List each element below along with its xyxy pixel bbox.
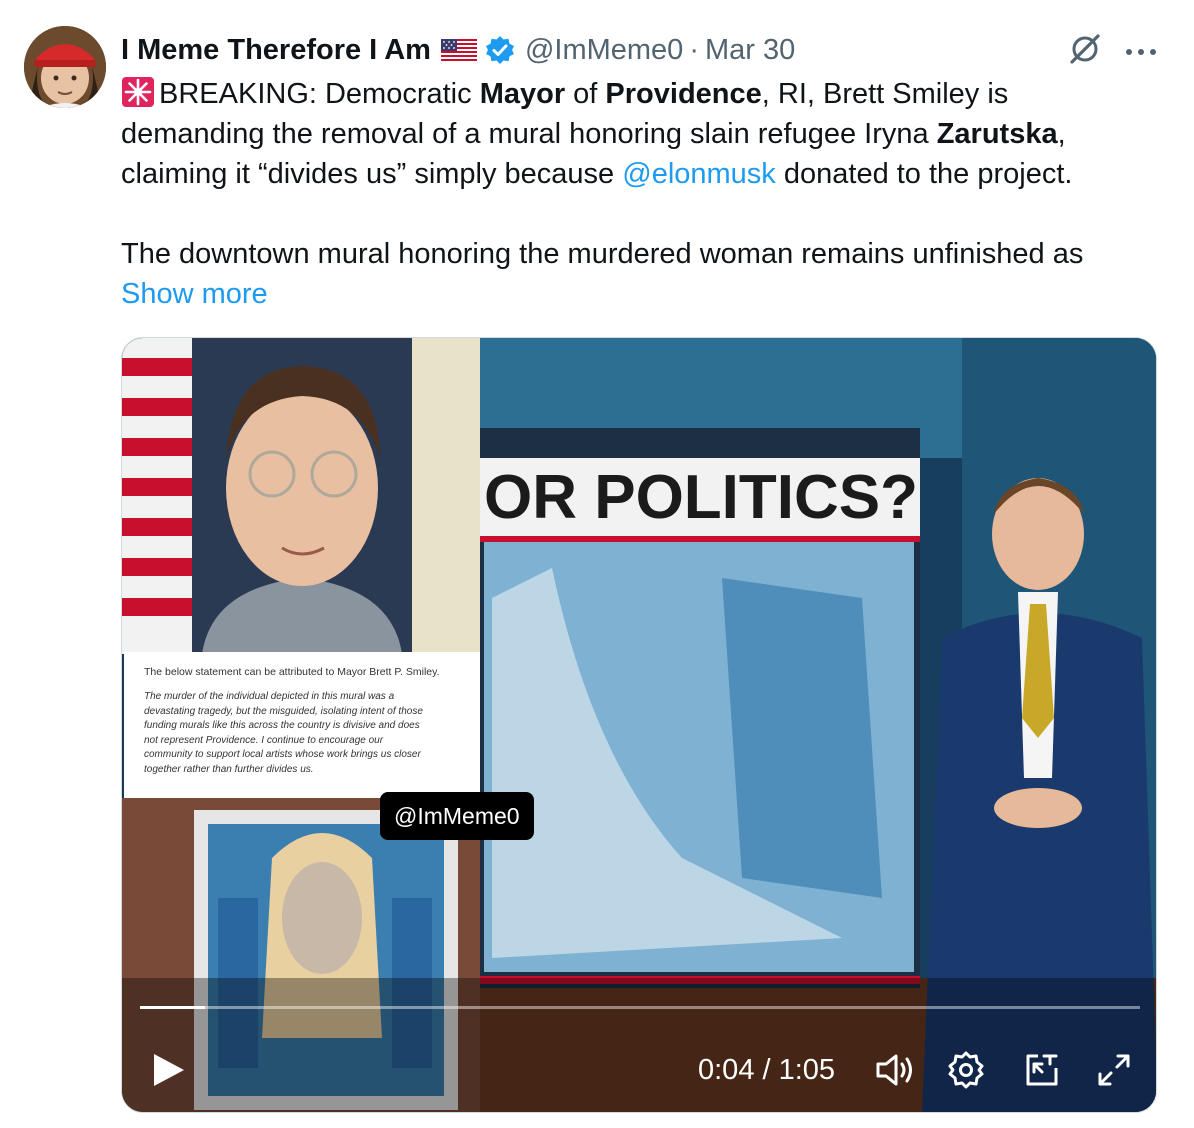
progress-bar[interactable]: [140, 1006, 1140, 1009]
statement-line: not represent Providence. I continue to …: [144, 734, 384, 746]
tweet-date[interactable]: Mar 30: [705, 34, 795, 67]
user-handle[interactable]: @ImMeme0: [525, 34, 683, 67]
us-flag-icon: [440, 38, 477, 63]
text-segment: donated to the project.: [775, 158, 1073, 190]
bold-segment: Providence: [605, 78, 762, 110]
mention-link[interactable]: @elonmusk: [622, 158, 776, 190]
statement-line: community to support local artists whose…: [144, 749, 421, 760]
tweet-line-3: claiming it “divides us” simply because …: [121, 154, 1171, 194]
video-watermark: @ImMeme0: [380, 792, 534, 840]
tweet-line-4: The downtown mural honoring the murdered…: [121, 238, 1084, 270]
screen-headline: OR POLITICS?: [484, 463, 918, 532]
statement-line: together rather than further divides us.: [144, 763, 314, 775]
display-name[interactable]: I Meme Therefore I Am: [121, 34, 431, 67]
video-player[interactable]: OR POLITICS? The below statement can be …: [121, 337, 1157, 1113]
separator-dot: ·: [689, 33, 699, 66]
tweet-line-2: demanding the removal of a mural honorin…: [121, 114, 1171, 154]
mayor-statement-card: The below statement can be attributed to…: [124, 652, 480, 798]
tweet-header: I Meme Therefore I Am @ImMeme0 · Mar 30: [121, 30, 795, 70]
play-icon[interactable]: [150, 1050, 188, 1090]
volume-icon[interactable]: [874, 1050, 916, 1090]
bold-segment: Mayor: [479, 78, 566, 110]
more-icon[interactable]: [1124, 44, 1158, 55]
text-segment: ,: [1057, 118, 1066, 150]
flag-stripes: [122, 338, 192, 654]
statement-title: The below statement can be attributed to…: [144, 666, 440, 678]
grok-icon[interactable]: [1066, 30, 1104, 68]
text-segment: demanding the removal of a mural honorin…: [121, 118, 937, 150]
progress-fill: [140, 1006, 205, 1009]
rotating-light-icon: [121, 76, 155, 108]
tweet-line-1: BREAKING: Democratic Mayor of Providence…: [121, 74, 1171, 114]
picture-in-picture-icon[interactable]: [1022, 1050, 1062, 1090]
statement-line: devastating tragedy, but the misguided, …: [144, 705, 423, 717]
verified-badge-icon: [485, 35, 515, 65]
statement-line: funding murals like this across the coun…: [144, 720, 420, 731]
avatar[interactable]: [24, 26, 106, 108]
text-segment: claiming it “divides us” simply because: [121, 158, 623, 190]
show-more-link[interactable]: Show more: [121, 278, 268, 310]
fullscreen-icon[interactable]: [1094, 1050, 1134, 1090]
settings-gear-icon[interactable]: [946, 1050, 986, 1090]
tweet-text: BREAKING: Democratic Mayor of Providence…: [121, 74, 1171, 314]
bold-segment: Zarutska: [936, 118, 1058, 150]
statement-quote: The murder of the individual depicted in…: [144, 690, 462, 777]
time-readout: 0:04 / 1:05: [698, 1054, 836, 1086]
text-segment: of: [565, 78, 606, 110]
text-segment: , RI, Brett Smiley is: [761, 78, 1009, 110]
text-segment: BREAKING: Democratic: [159, 78, 480, 110]
statement-line: The murder of the individual depicted in…: [144, 691, 395, 702]
